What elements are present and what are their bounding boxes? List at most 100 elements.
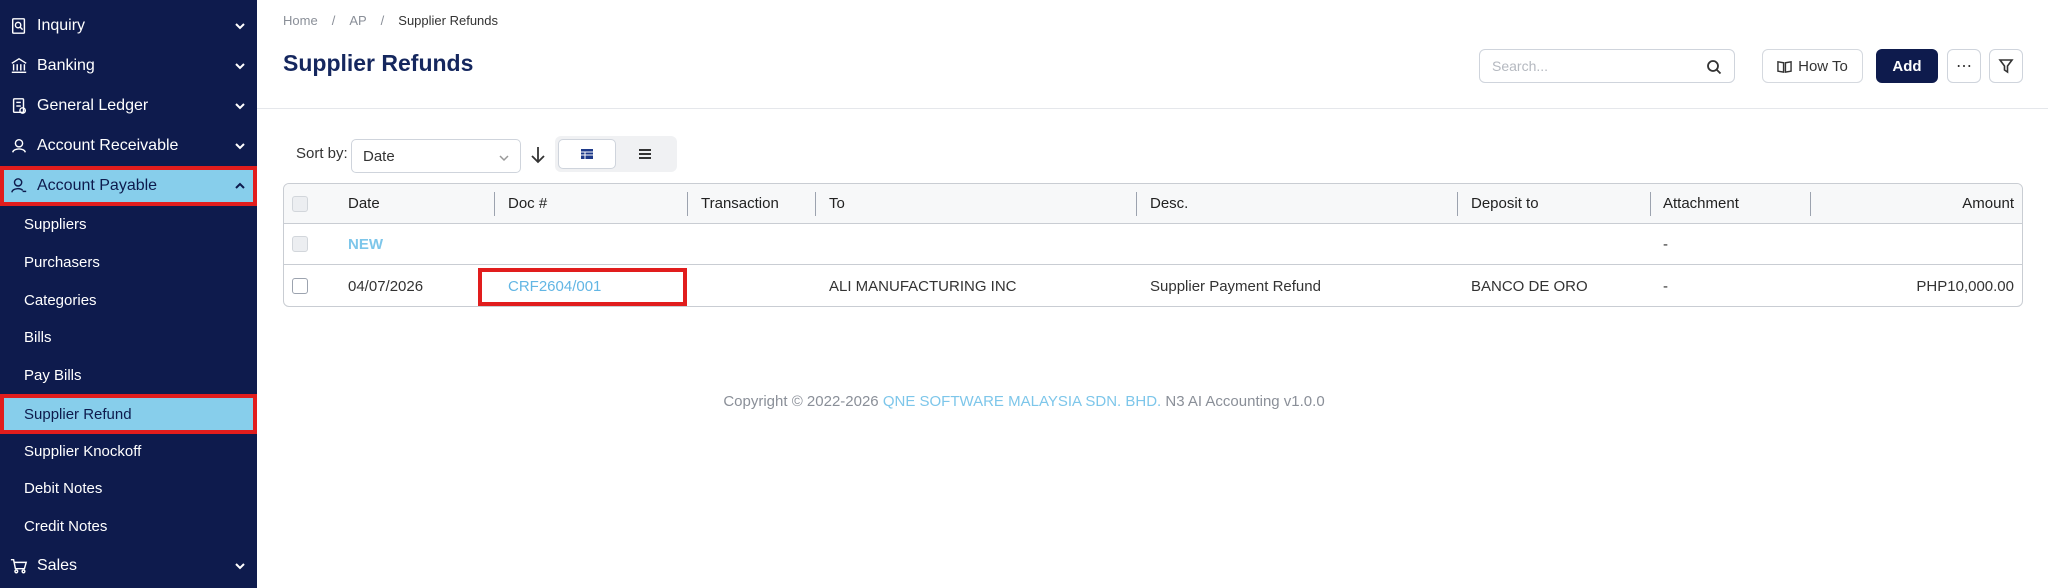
table-row-new[interactable]: NEW -: [284, 224, 2022, 265]
bank-icon: [9, 56, 29, 76]
chevron-down-icon: [233, 19, 247, 33]
header-divider: [257, 108, 2048, 109]
sidebar-item-general-ledger[interactable]: General Ledger: [0, 86, 257, 126]
date-cell: 04/07/2026: [348, 277, 424, 295]
sidebar-item-label: Account Payable: [37, 177, 158, 194]
sidebar-item-account-payable[interactable]: Account Payable: [0, 166, 257, 206]
sidebar-subitem-label: Debit Notes: [24, 479, 103, 497]
company-link[interactable]: QNE SOFTWARE MALAYSIA SDN. BHD.: [883, 393, 1161, 410]
doc-number-cell: CRF2604/001: [508, 265, 601, 306]
table-row[interactable]: 04/07/2026 CRF2604/001 ALI MANUFACTURING…: [284, 265, 2022, 306]
doc-number-link[interactable]: CRF2604/001: [508, 278, 601, 295]
sidebar-subitem-debit-notes[interactable]: Debit Notes: [0, 469, 257, 507]
sidebar-subitem-label: Supplier Knockoff: [24, 442, 142, 460]
list-view-icon: [639, 149, 651, 159]
sidebar-subitem-pay-bills[interactable]: Pay Bills: [0, 356, 257, 394]
list-view-button[interactable]: [616, 139, 674, 169]
sort-select[interactable]: Date: [351, 139, 521, 173]
search-icon[interactable]: [1706, 59, 1722, 75]
sidebar-subitem-label: Purchasers: [24, 253, 100, 271]
new-label: NEW: [348, 235, 383, 253]
sidebar-item-label: General Ledger: [37, 97, 149, 114]
arrow-down-icon: [531, 147, 545, 164]
sidebar-subitem-categories[interactable]: Categories: [0, 281, 257, 319]
inquiry-icon: [9, 16, 29, 36]
book-icon: [1777, 60, 1792, 73]
sidebar-item-inquiry[interactable]: Inquiry: [0, 6, 257, 46]
page-title: Supplier Refunds: [283, 50, 474, 76]
sidebar-item-account-receivable[interactable]: Account Receivable: [0, 126, 257, 166]
sidebar-item-label: Inquiry: [37, 17, 86, 34]
row-checkbox[interactable]: [292, 278, 308, 294]
chevron-down-icon: [498, 151, 510, 163]
sidebar-subitem-label: Bills: [24, 328, 52, 346]
row-checkbox: [292, 236, 308, 252]
column-header-attachment[interactable]: Attachment: [1663, 184, 1739, 223]
attachment-cell: -: [1663, 235, 1668, 253]
more-options-button[interactable]: ⋯: [1947, 49, 1981, 83]
chevron-down-icon: [233, 99, 247, 113]
receivable-icon: [9, 136, 29, 156]
column-header-deposit-to[interactable]: Deposit to: [1471, 184, 1539, 223]
column-header-amount[interactable]: Amount: [1962, 184, 2014, 223]
breadcrumb-current: Supplier Refunds: [398, 13, 499, 28]
sort-label: Sort by:: [296, 145, 348, 162]
desc-cell: Supplier Payment Refund: [1150, 277, 1321, 295]
breadcrumb: Home / AP / Supplier Refunds: [283, 13, 498, 28]
column-resize-handle[interactable]: [815, 192, 816, 216]
column-resize-handle[interactable]: [687, 192, 688, 216]
column-header-transaction[interactable]: Transaction: [701, 184, 779, 223]
breadcrumb-separator: /: [331, 13, 336, 28]
sidebar-item-banking[interactable]: Banking: [0, 46, 257, 86]
cart-icon: [9, 556, 29, 576]
sort-direction-button[interactable]: [529, 145, 547, 165]
how-to-button[interactable]: How To: [1762, 49, 1863, 83]
chevron-up-icon: [233, 179, 247, 193]
chevron-down-icon: [233, 59, 247, 73]
breadcrumb-ap[interactable]: AP: [349, 13, 366, 28]
sidebar-subitem-label: Credit Notes: [24, 517, 108, 535]
sidebar-subitem-purchasers[interactable]: Purchasers: [0, 243, 257, 281]
column-header-doc[interactable]: Doc #: [508, 184, 547, 223]
column-header-date[interactable]: Date: [348, 184, 380, 223]
select-all-checkbox[interactable]: [292, 195, 308, 212]
sidebar-item-label: Banking: [37, 57, 95, 74]
new-row-label[interactable]: NEW: [348, 224, 383, 264]
payable-icon: [9, 176, 29, 196]
column-resize-handle[interactable]: [1810, 192, 1811, 216]
table-view-icon: [581, 149, 593, 159]
attachment-cell: -: [1663, 277, 1668, 295]
column-header-desc[interactable]: Desc.: [1150, 184, 1188, 223]
breadcrumb-home[interactable]: Home: [283, 13, 318, 28]
amount-cell: PHP10,000.00: [1916, 277, 2014, 295]
sidebar-subitem-suppliers[interactable]: Suppliers: [0, 205, 257, 243]
row-checkbox-cell: [292, 224, 308, 264]
column-resize-handle[interactable]: [1457, 192, 1458, 216]
sidebar-subitem-supplier-knockoff[interactable]: Supplier Knockoff: [0, 432, 257, 470]
filter-button[interactable]: [1989, 49, 2023, 83]
table-view-button[interactable]: [558, 139, 616, 169]
filter-icon: [1998, 59, 2014, 74]
footer: Copyright © 2022-2026 QNE SOFTWARE MALAY…: [0, 393, 2048, 410]
add-button[interactable]: Add: [1876, 49, 1938, 83]
column-resize-handle[interactable]: [494, 192, 495, 216]
ellipsis-icon: ⋯: [1956, 58, 1972, 75]
copyright-text: Copyright © 2022-2026: [723, 393, 879, 410]
to-cell: ALI MANUFACTURING INC: [829, 277, 1017, 295]
sidebar-subitem-label: Suppliers: [24, 215, 87, 233]
sidebar-item-sales[interactable]: Sales: [0, 546, 257, 586]
search-input[interactable]: [1492, 58, 1692, 74]
breadcrumb-separator: /: [380, 13, 385, 28]
column-resize-handle[interactable]: [1136, 192, 1137, 216]
column-header-to[interactable]: To: [829, 184, 845, 223]
supplier-refunds-table: Date Doc # Transaction To Desc. Deposit …: [283, 183, 2023, 307]
select-all-cell: [292, 184, 308, 223]
how-to-label: How To: [1798, 57, 1848, 75]
sidebar-subitem-label: Categories: [24, 291, 97, 309]
view-toggle: [555, 136, 677, 172]
sidebar-item-label: Account Receivable: [37, 137, 179, 154]
sidebar-subitem-credit-notes[interactable]: Credit Notes: [0, 507, 257, 545]
sidebar-subitem-bills[interactable]: Bills: [0, 318, 257, 356]
column-resize-handle[interactable]: [1650, 192, 1651, 216]
chevron-down-icon: [233, 559, 247, 573]
